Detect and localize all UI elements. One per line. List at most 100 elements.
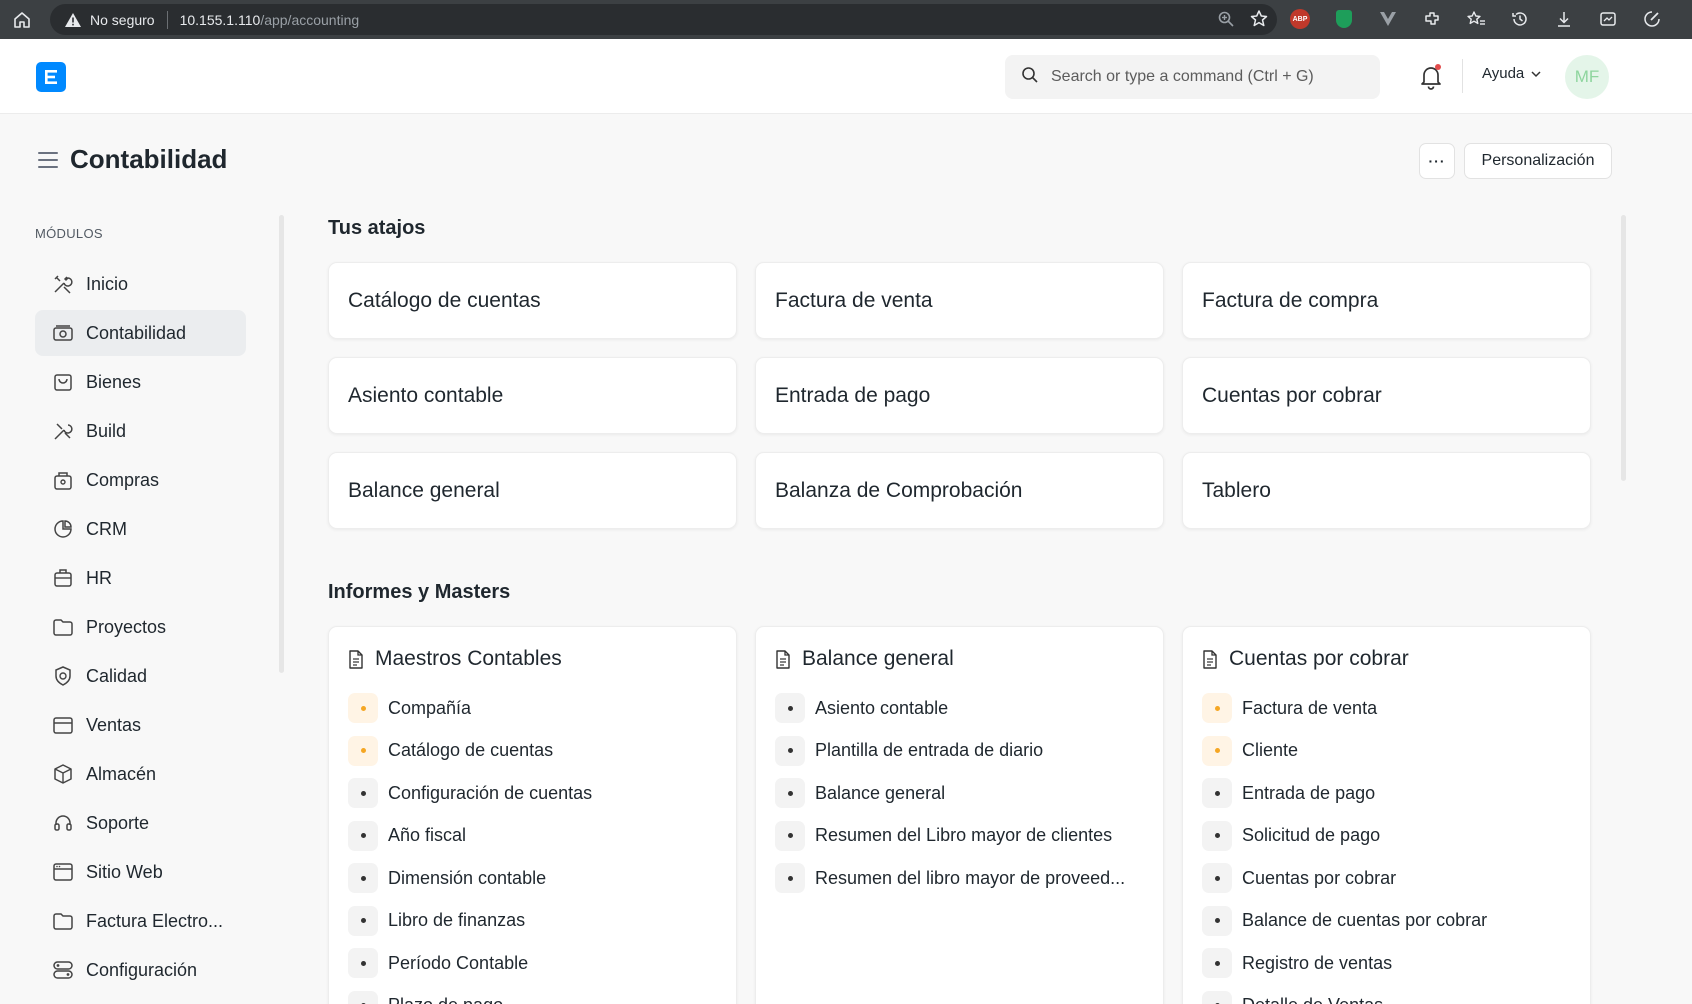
divider [166, 10, 168, 29]
sidebar-scrollbar[interactable] [279, 215, 284, 673]
report-link[interactable]: Año fiscal [348, 820, 717, 851]
report-link[interactable]: Resumen del Libro mayor de clientes [775, 820, 1144, 851]
sidebar-item-label: Bienes [86, 371, 142, 392]
shortcut-card[interactable]: Catálogo de cuentas [328, 262, 737, 339]
shortcut-card[interactable]: Balanza de Comprobación [755, 452, 1164, 529]
sidebar-item-label: Compras [86, 469, 160, 490]
shortcut-card[interactable]: Tablero [1182, 452, 1591, 529]
help-dropdown[interactable]: Ayuda [1482, 65, 1542, 82]
vue-extension-icon[interactable] [1376, 7, 1400, 31]
sidebar-item-contabilidad[interactable]: Contabilidad [35, 310, 246, 356]
bullet-icon [1202, 735, 1232, 766]
shortcut-card[interactable]: Cuentas por cobrar [1182, 357, 1591, 434]
shortcut-card[interactable]: Asiento contable [328, 357, 737, 434]
report-link[interactable]: Factura de venta [1202, 693, 1571, 723]
report-link[interactable]: Cuentas por cobrar [1202, 863, 1571, 893]
report-link-label: Factura de venta [1242, 697, 1378, 718]
shield-extension-icon[interactable] [1332, 7, 1356, 31]
home-icon[interactable] [10, 8, 34, 32]
report-link[interactable]: Dimensión contable [348, 863, 717, 893]
more-options-button[interactable]: ··· [1419, 143, 1455, 179]
report-link[interactable]: Entrada de pago [1202, 778, 1571, 808]
sidebar: Inicio Contabilidad Bienes Build Compras… [35, 261, 246, 996]
report-link-label: Período Contable [388, 952, 529, 973]
shortcut-card[interactable]: Balance general [328, 452, 737, 529]
customize-button[interactable]: Personalización [1464, 143, 1612, 179]
security-label: No seguro [90, 11, 155, 28]
app-logo[interactable] [36, 62, 66, 92]
sidebar-item-configuracion[interactable]: Configuración [35, 947, 246, 993]
shortcut-card[interactable]: Entrada de pago [755, 357, 1164, 434]
sidebar-item-calidad[interactable]: Calidad [35, 653, 246, 699]
bullet-icon [348, 863, 378, 893]
bullet-icon [1202, 778, 1232, 808]
search-bar[interactable] [1005, 55, 1380, 99]
report-link[interactable]: Período Contable [348, 948, 717, 978]
bullet-icon [775, 778, 805, 808]
report-link[interactable]: Balance general [775, 778, 1144, 808]
sidebar-item-hr[interactable]: HR [35, 555, 246, 601]
report-card-header[interactable]: Cuentas por cobrar [1202, 647, 1571, 671]
sidebar-item-soporte[interactable]: Soporte [35, 800, 246, 846]
avatar[interactable]: MF [1565, 55, 1609, 99]
money-icon [52, 322, 74, 344]
report-link-label: Dimensión contable [388, 867, 547, 888]
sidebar-item-inicio[interactable]: Inicio [35, 261, 246, 307]
extensions-puzzle-icon[interactable] [1420, 7, 1444, 31]
sidebar-item-label: HR [86, 567, 112, 588]
sidebar-item-ventas[interactable]: Ventas [35, 702, 246, 748]
bullet-icon [1202, 948, 1232, 978]
address-bar[interactable]: No seguro 10.155.1.110/app/accounting [50, 4, 1277, 35]
report-link[interactable]: Cliente [1202, 735, 1571, 766]
report-card-header[interactable]: Balance general [775, 647, 1144, 671]
report-link[interactable]: Solicitud de pago [1202, 820, 1571, 851]
report-link[interactable]: Plazo de pago [348, 990, 717, 1004]
screenshot-icon[interactable] [1596, 7, 1620, 31]
report-link[interactable]: Libro de finanzas [348, 905, 717, 936]
divider [1462, 59, 1463, 93]
report-link[interactable]: Balance de cuentas por cobrar [1202, 905, 1571, 936]
sidebar-toggle-icon[interactable] [38, 152, 58, 168]
report-link-label: Catálogo de cuentas [388, 740, 554, 760]
notification-dot [1435, 64, 1441, 70]
history-icon[interactable] [1508, 7, 1532, 31]
report-link[interactable]: Plantilla de entrada de diario [775, 735, 1144, 766]
shortcut-card[interactable]: Factura de venta [755, 262, 1164, 339]
report-link[interactable]: Catálogo de cuentas [348, 735, 717, 766]
zoom-icon[interactable] [1217, 10, 1235, 33]
sidebar-item-almacen[interactable]: Almacén [35, 751, 246, 797]
report-card-header[interactable]: Maestros Contables [348, 647, 717, 671]
main-scrollbar[interactable] [1621, 215, 1626, 481]
download-icon[interactable] [1552, 7, 1576, 31]
sidebar-item-factura-electro[interactable]: Factura Electro... [35, 898, 246, 944]
folder-icon [52, 910, 74, 932]
report-link[interactable]: Resumen del libro mayor de proveed... [775, 863, 1144, 893]
edit-extension-icon[interactable] [1640, 7, 1664, 31]
favorites-icon[interactable] [1464, 7, 1488, 31]
sidebar-item-bienes[interactable]: Bienes [35, 359, 246, 405]
sidebar-item-crm[interactable]: CRM [35, 506, 246, 552]
search-input[interactable] [1051, 68, 1371, 86]
shortcut-card[interactable]: Factura de compra [1182, 262, 1591, 339]
sidebar-item-compras[interactable]: Compras [35, 457, 246, 503]
report-link[interactable]: Compañía [348, 693, 717, 723]
box-icon [52, 763, 74, 785]
adblock-icon[interactable]: ABP [1288, 7, 1312, 31]
report-card: Maestros Contables Compañía Catálogo de cu… [328, 626, 737, 1004]
report-link[interactable]: Detalle de Ventas [1202, 990, 1571, 1004]
website-icon [52, 861, 74, 883]
sidebar-item-label: Contabilidad [86, 322, 187, 343]
sidebar-item-build[interactable]: Build [35, 408, 246, 454]
report-link[interactable]: Configuración de cuentas [348, 778, 717, 808]
sidebar-item-sitio-web[interactable]: Sitio Web [35, 849, 246, 895]
report-link[interactable]: Asiento contable [775, 693, 1144, 723]
report-link-label: Cliente [1242, 740, 1299, 760]
sidebar-item-proyectos[interactable]: Proyectos [35, 604, 246, 650]
bookmark-star-icon[interactable] [1249, 9, 1269, 34]
browser-toolbar: No seguro 10.155.1.110/app/accounting AB… [0, 0, 1692, 39]
warning-icon[interactable] [64, 11, 82, 29]
report-link[interactable]: Registro de ventas [1202, 948, 1571, 978]
url-host: 10.155.1.110 [179, 11, 261, 28]
sidebar-item-label: Build [86, 420, 127, 441]
notifications-bell-icon[interactable] [1418, 63, 1444, 91]
